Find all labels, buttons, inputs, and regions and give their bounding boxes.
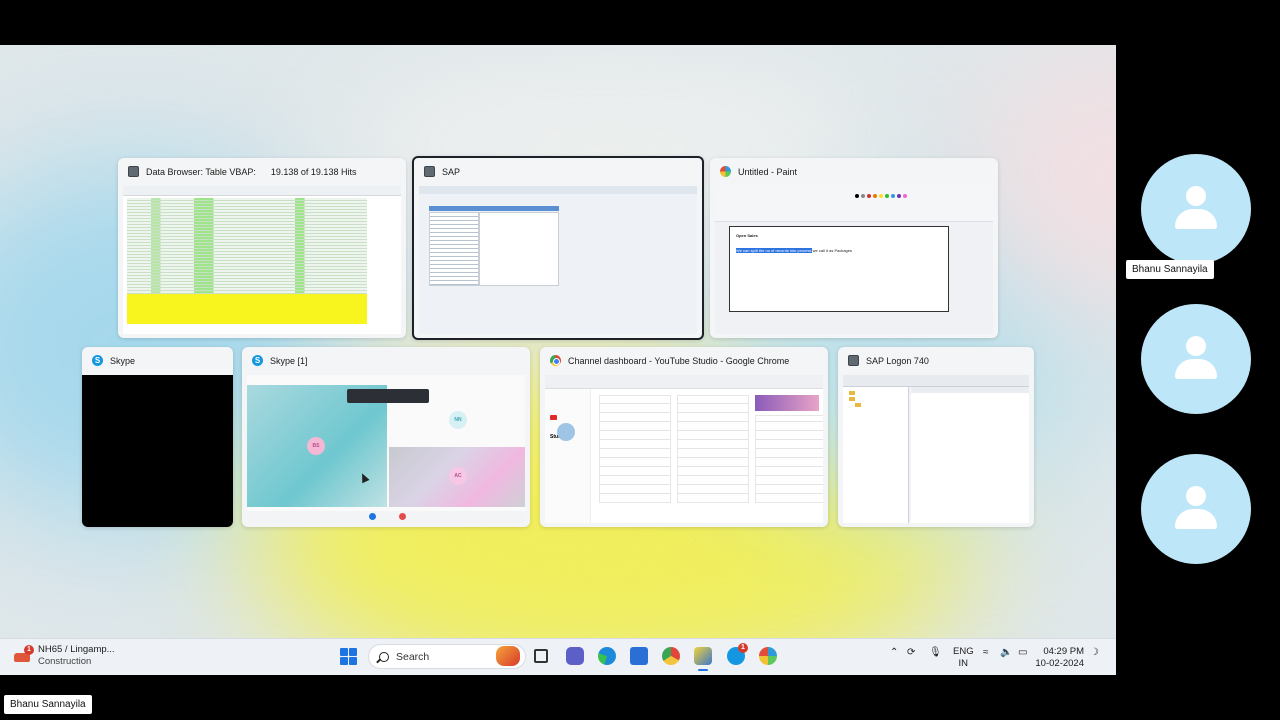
- end-call-icon: [399, 513, 406, 520]
- window-sap[interactable]: SAP: [412, 156, 704, 340]
- notification-badge: 1: [738, 643, 748, 653]
- window-preview: Open Sales We can split the no of record…: [715, 186, 993, 334]
- widget-title: NH65 / Lingamp...: [38, 644, 115, 655]
- sap-icon: [128, 166, 139, 177]
- language-code: ENG: [953, 646, 974, 657]
- participant-avatar[interactable]: [1141, 154, 1251, 264]
- sap-icon: [424, 166, 435, 177]
- edge-icon[interactable]: [598, 647, 616, 665]
- window-preview: BS NN AC: [247, 375, 525, 523]
- window-preview: [123, 186, 401, 334]
- paint-taskbar-icon[interactable]: [759, 647, 777, 665]
- avatar: BS: [307, 437, 325, 455]
- window-title: Skype: [110, 355, 136, 366]
- hits-count: 19.138 of 19.138 Hits: [270, 166, 357, 177]
- paint-icon: [720, 166, 731, 177]
- window-title: SAP: [442, 166, 461, 177]
- widget-subtitle: Construction: [38, 656, 92, 667]
- shared-screen: Data Browser: Table VBAP: 19.138 of 19.1…: [0, 45, 1116, 675]
- avatar: AC: [449, 467, 467, 485]
- window-title: Untitled - Paint: [738, 166, 798, 177]
- window-preview: [82, 375, 233, 527]
- mic-icon: [369, 513, 376, 520]
- window-paint[interactable]: Untitled - Paint Open Sales We can split…: [710, 158, 998, 338]
- window-title: Channel dashboard - YouTube Studio - Goo…: [568, 355, 790, 366]
- skype-icon: S: [252, 355, 263, 366]
- region-code: IN: [958, 658, 969, 669]
- participant-avatar[interactable]: [1141, 454, 1251, 564]
- window-youtube-studio[interactable]: Channel dashboard - YouTube Studio - Goo…: [540, 347, 828, 527]
- wifi-icon[interactable]: ≈: [983, 647, 989, 658]
- window-title: Data Browser: Table VBAP:: [146, 166, 256, 177]
- task-view-icon[interactable]: [534, 649, 548, 663]
- moon-icon[interactable]: ☽: [1090, 647, 1099, 658]
- search-highlight-icon: [496, 646, 520, 666]
- window-skype-call[interactable]: S Skype [1] BS NN AC: [242, 347, 530, 527]
- notification-badge: 1: [24, 645, 34, 655]
- cursor-icon: [358, 471, 370, 484]
- search-placeholder: Search: [396, 650, 430, 663]
- skype-taskbar-icon[interactable]: 1: [727, 643, 748, 665]
- search-icon: [379, 651, 389, 662]
- store-icon[interactable]: [630, 647, 648, 665]
- participant-avatar[interactable]: [1141, 304, 1251, 414]
- paint-text: we call it as Packages: [812, 248, 853, 253]
- window-preview: [419, 186, 697, 334]
- mic-icon[interactable]: 🎙: [929, 647, 942, 658]
- window-preview: [843, 375, 1029, 523]
- chrome-icon[interactable]: [662, 647, 680, 665]
- participant-name-tooltip: Bhanu Sannayila: [1126, 260, 1214, 279]
- chat-icon[interactable]: [566, 647, 584, 665]
- window-data-browser[interactable]: Data Browser: Table VBAP: 19.138 of 19.1…: [118, 158, 406, 338]
- clock-date: 10-02-2024: [1035, 658, 1084, 669]
- window-title: Skype [1]: [270, 355, 308, 366]
- sap-gui-icon[interactable]: [694, 647, 712, 671]
- traffic-icon: 1: [14, 645, 34, 664]
- sap-icon: [848, 355, 859, 366]
- window-title: SAP Logon 740: [866, 355, 929, 366]
- chrome-icon: [550, 355, 561, 366]
- paint-heading: Open Sales: [736, 233, 758, 238]
- chevron-up-icon[interactable]: ⌃: [890, 647, 898, 658]
- clock-time: 04:29 PM: [1043, 646, 1084, 657]
- clock[interactable]: 04:29 PM 10-02-2024: [1035, 646, 1084, 670]
- window-skype[interactable]: S Skype: [82, 347, 233, 527]
- skype-icon: S: [92, 355, 103, 366]
- self-name-label: Bhanu Sannayila: [4, 695, 92, 714]
- sync-icon[interactable]: ⟳: [907, 647, 915, 658]
- volume-icon[interactable]: 🔈: [1000, 647, 1012, 658]
- taskbar: 1 NH65 / Lingamp... Construction Search …: [0, 638, 1116, 675]
- start-button[interactable]: [340, 648, 357, 665]
- window-preview: Studio: [545, 375, 823, 523]
- weather-widget[interactable]: 1 NH65 / Lingamp... Construction: [14, 644, 115, 668]
- avatar: NN: [449, 411, 467, 429]
- paint-highlight-text: We can split the no of records into proc…: [736, 248, 812, 253]
- battery-icon[interactable]: ▭: [1018, 647, 1027, 658]
- window-sap-logon[interactable]: SAP Logon 740: [838, 347, 1034, 527]
- language-indicator[interactable]: ENG IN: [953, 646, 974, 670]
